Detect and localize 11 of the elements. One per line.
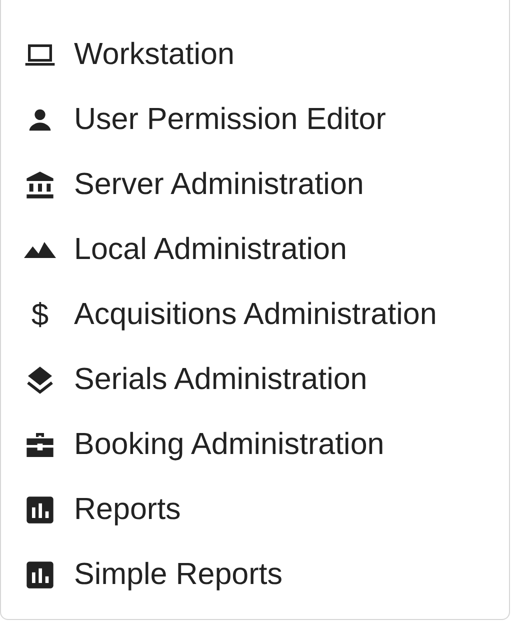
- menu-item[interactable]: Booking Administration: [1, 412, 509, 477]
- menu-item[interactable]: $ Acquisitions Administration: [1, 282, 509, 347]
- menu-item[interactable]: Server Administration: [1, 152, 509, 217]
- dollar-icon: $: [20, 296, 60, 332]
- menu-item[interactable]: Workstation: [1, 22, 509, 87]
- menu-item[interactable]: Local Administration: [1, 217, 509, 282]
- menu-item[interactable]: Simple Reports: [1, 542, 509, 607]
- menu-item[interactable]: Serials Administration: [1, 347, 509, 412]
- menu-item[interactable]: User Permission Editor: [1, 87, 509, 152]
- mountains-icon: [24, 242, 56, 258]
- menu-item[interactable]: Reports: [1, 477, 509, 542]
